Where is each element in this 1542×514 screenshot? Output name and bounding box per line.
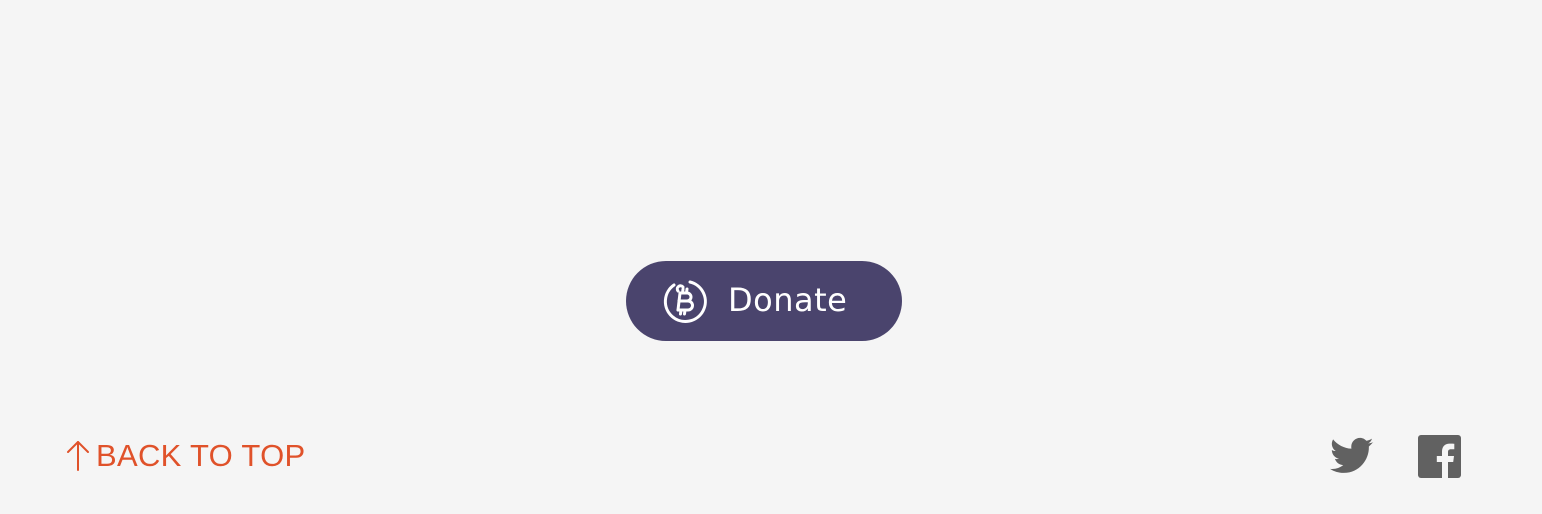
arrow-up-icon	[64, 436, 92, 474]
bitcoin-coin-icon	[660, 277, 708, 325]
facebook-link[interactable]	[1418, 435, 1461, 478]
donate-label: Donate	[728, 281, 848, 319]
donate-button[interactable]: Donate	[626, 261, 902, 341]
facebook-icon	[1418, 435, 1461, 482]
back-to-top-label: BACK TO TOP	[96, 437, 306, 473]
back-to-top-link[interactable]: BACK TO TOP	[64, 436, 305, 474]
page: Donate BACK TO TOP	[0, 0, 1542, 514]
twitter-icon	[1330, 437, 1374, 480]
twitter-link[interactable]	[1330, 436, 1374, 476]
